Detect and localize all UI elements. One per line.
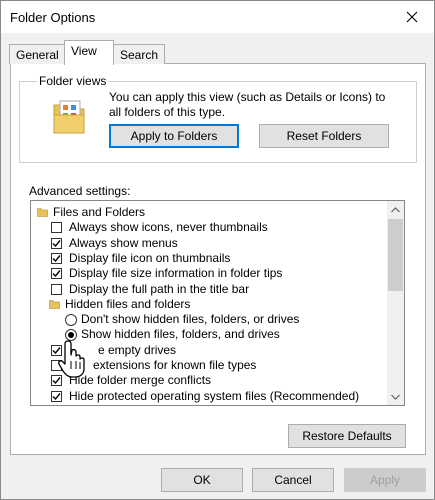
check-icon [52, 254, 61, 262]
tree-option-row[interactable]: Hide protected operating system files (R… [31, 389, 386, 404]
close-button[interactable] [396, 5, 428, 29]
tab-general[interactable]: General [9, 44, 66, 64]
check-icon [52, 392, 61, 400]
tab-view[interactable]: View [64, 40, 114, 65]
checkbox-unchecked[interactable] [51, 222, 62, 234]
checkbox-checked[interactable] [51, 237, 62, 249]
radio-dot [68, 332, 74, 339]
cancel-button[interactable]: Cancel [252, 468, 334, 492]
check-icon [52, 239, 61, 247]
tree-option-row[interactable]: Don't show hidden files, folders, or dri… [31, 312, 386, 327]
tab-search[interactable]: Search [113, 44, 166, 64]
tree-option-row[interactable]: Display the full path in the title bar [31, 282, 386, 297]
ok-button[interactable]: OK [161, 468, 243, 492]
tree-item-label: Always show menus [69, 235, 178, 250]
tree-item-label: Always show icons, never thumbnails [69, 220, 268, 235]
apply-to-folders-button[interactable]: Apply to Folders [109, 124, 239, 148]
tree-folder-row: Hidden files and folders [31, 297, 386, 312]
tree-item-label: e empty drives [98, 342, 177, 357]
tree-option-row[interactable]: Display file icon on thumbnails [31, 251, 386, 266]
apply-button[interactable]: Apply [344, 468, 426, 492]
reset-folders-button[interactable]: Reset Folders [259, 124, 389, 148]
tree-scrollbar[interactable] [387, 201, 404, 405]
tree-option-row[interactable]: Always show menus [31, 236, 386, 251]
folder-options-window: Folder Options General View Search Folde… [0, 0, 435, 500]
tree-item-label: Display the full path in the title bar [69, 281, 250, 296]
tree-item-label: Hide protected operating system files (R… [69, 388, 360, 403]
checkbox-checked[interactable] [51, 390, 62, 402]
checkbox-checked[interactable] [51, 252, 62, 264]
folder-views-label: Folder views [37, 74, 109, 88]
tree-item-label: Hidden files and folders [65, 296, 191, 311]
scroll-up-arrow[interactable] [387, 201, 404, 218]
checkbox-checked[interactable] [51, 268, 62, 280]
radio-unselected[interactable] [65, 314, 77, 327]
folder-icon [37, 208, 48, 217]
chevron-down-icon [391, 394, 400, 400]
tree-item-label: Display file icon on thumbnails [69, 250, 231, 265]
tree-item-label: Show hidden files, folders, and drives [81, 327, 280, 342]
title-bar[interactable]: Folder Options [1, 1, 434, 33]
folder-icon [49, 299, 60, 309]
restore-defaults-button[interactable]: Restore Defaults [288, 424, 406, 448]
tree-option-row[interactable]: Always show icons, never thumbnails [31, 220, 386, 235]
tree-folder-row: Files and Folders [31, 205, 386, 220]
folder-views-icon [53, 100, 85, 134]
checkbox-unchecked[interactable] [51, 283, 62, 295]
chevron-up-icon [391, 206, 400, 212]
window-title: Folder Options [10, 10, 96, 25]
tree-item-label: Files and Folders [53, 205, 146, 219]
scroll-thumb[interactable] [388, 219, 403, 291]
tree-option-row[interactable]: Display file size information in folder … [31, 266, 386, 281]
advanced-settings-label: Advanced settings: [29, 184, 131, 198]
hand-cursor-icon [58, 340, 85, 378]
tree-item-label: Don't show hidden files, folders, or dri… [81, 312, 300, 327]
tree-item-label: extensions for known file types [93, 358, 257, 372]
close-icon [406, 11, 418, 23]
check-icon [52, 270, 61, 278]
scroll-down-arrow[interactable] [387, 388, 404, 405]
folder-views-description: You can apply this view (such as Details… [109, 90, 386, 119]
tree-item-label: Display file size information in folder … [69, 266, 283, 281]
